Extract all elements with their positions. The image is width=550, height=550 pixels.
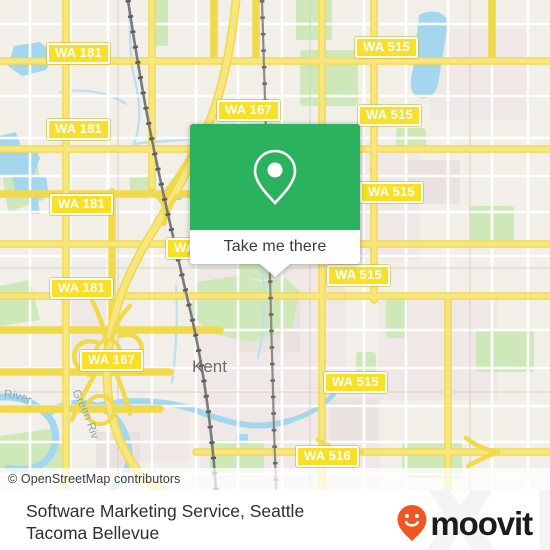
popup-header	[190, 124, 360, 230]
moovit-smile-pin-icon	[397, 505, 427, 541]
popup-action[interactable]: Take me there	[190, 230, 360, 264]
road-shield-label: WA 515	[335, 267, 382, 282]
popup-action-label: Take me there	[223, 238, 327, 255]
road-shield: WA 181	[47, 43, 110, 65]
road-shield: WA 515	[355, 37, 418, 59]
road-shield-label: WA 167	[88, 352, 135, 367]
footer-bar: XT Software Marketing Service, Seattle T…	[0, 490, 550, 550]
place-caption: Software Marketing Service, Seattle Taco…	[26, 501, 305, 544]
road-shield: WA 515	[324, 372, 387, 394]
road-shield: WA 167	[217, 100, 280, 122]
map-canvas[interactable]: Kent n River Green River WA 181WA 181WA …	[0, 0, 550, 490]
road-shield-label: WA 515	[368, 184, 415, 199]
road-shield-label: WA 515	[363, 39, 410, 54]
road-shield-label: WA 515	[366, 107, 413, 122]
road-shield: WA 515	[358, 105, 421, 127]
road-shield-label: WA 181	[58, 280, 105, 295]
location-popup[interactable]: Take me there	[190, 124, 360, 277]
road-shield-label: WA 516	[304, 448, 351, 463]
moovit-wordmark: moovit	[430, 504, 533, 542]
map-page: Kent n River Green River WA 181WA 181WA …	[0, 0, 550, 550]
map-city-label: Kent	[192, 357, 227, 376]
road-shield-label: WA 181	[58, 196, 105, 211]
road-shield: WA 181	[50, 194, 113, 216]
road-shield: WA 181	[47, 119, 110, 141]
road-shield-label: WA 515	[332, 374, 379, 389]
road-shield-label: WA 167	[225, 102, 272, 117]
road-shield: WA 516	[296, 446, 359, 468]
road-shield: WA 167	[80, 350, 143, 372]
map-attribution-bar: © OpenStreetMap contributors	[0, 468, 550, 490]
osm-attribution[interactable]: © OpenStreetMap contributors	[0, 472, 181, 486]
map-pin-icon	[253, 149, 297, 206]
road-shield: WA 515	[360, 182, 423, 204]
road-shield: WA 181	[50, 278, 113, 300]
road-shield-label: WA 181	[55, 45, 102, 60]
road-shield-label: WA 181	[55, 121, 102, 136]
moovit-logo[interactable]: moovit	[396, 504, 533, 542]
road-shield: WA 515	[327, 265, 390, 287]
popup-tail	[260, 264, 290, 277]
